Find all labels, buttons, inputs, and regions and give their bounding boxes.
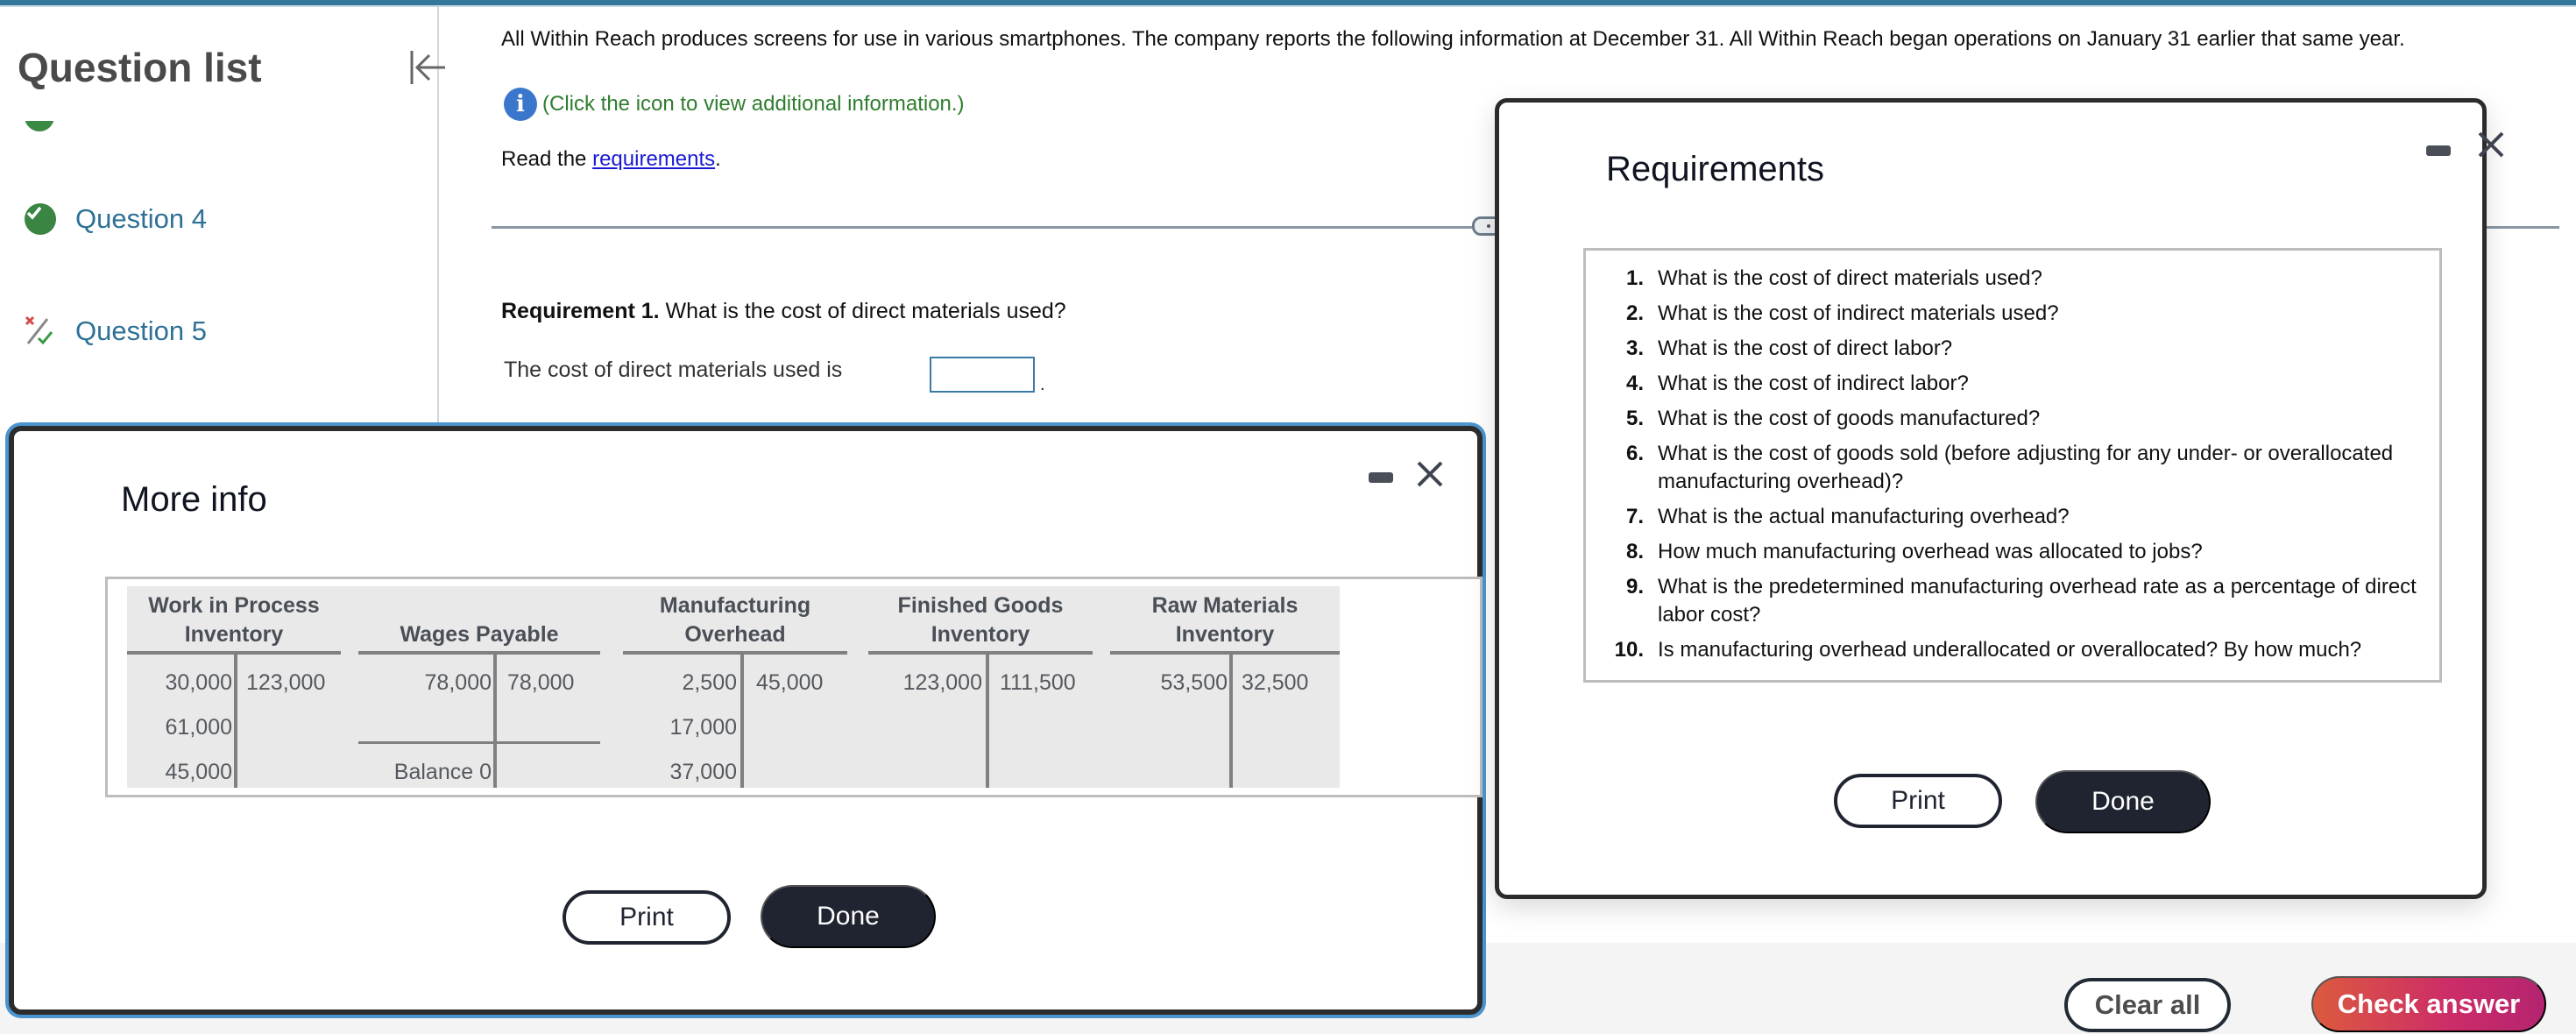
account-title: Raw Materials Inventory xyxy=(1151,593,1299,647)
requirement-item: 6. What is the cost of goods sold (before… xyxy=(1625,442,2394,493)
debit-entry: 45,000 xyxy=(165,760,232,784)
debit-entry: 37,000 xyxy=(669,760,737,784)
requirement-item: 5. What is the cost of goods manufactured… xyxy=(1625,407,2041,430)
check-answer-button[interactable]: Check answer xyxy=(2311,976,2546,1032)
requirement-text: What is the cost of direct materials use… xyxy=(659,299,1066,323)
requirements-list: 1. What is the cost of direct materials u… xyxy=(1603,265,2431,671)
debit-entry: 61,000 xyxy=(165,715,232,740)
requirement-item: 7. What is the actual manufacturing overh… xyxy=(1625,505,2070,528)
requirements-link[interactable]: requirements xyxy=(592,147,715,171)
read-suffix: . xyxy=(715,147,721,171)
dialog-title: Requirements xyxy=(1606,150,1825,188)
t-account-finished-goods: Finished Goods Inventory 123,000 111,500 xyxy=(868,586,1093,788)
t-account-work-in-process: Work in Process Inventory 30,000 61,000 4… xyxy=(127,586,341,788)
minimize-icon[interactable] xyxy=(2426,145,2451,156)
requirement-item: 10. Is manufacturing overhead underalloca… xyxy=(1614,638,2362,662)
info-icon[interactable]: i xyxy=(504,88,537,121)
requirements-box: 1. What is the cost of direct materials u… xyxy=(1583,248,2442,683)
check-circle-icon xyxy=(25,203,56,235)
credit-entry: 32,500 xyxy=(1242,670,1309,695)
t-account-manufacturing-overhead: Manufacturing Overhead 2,500 17,000 37,00… xyxy=(623,586,847,788)
close-icon xyxy=(2478,131,2504,158)
answer-suffix: . xyxy=(1040,375,1045,394)
requirement-item: 1. What is the cost of direct materials u… xyxy=(1625,266,2042,290)
sidebar-item-question-4[interactable]: Question 4 xyxy=(25,202,207,237)
answer-prompt: The cost of direct materials used is xyxy=(504,358,843,382)
t-accounts: Work in Process Inventory 30,000 61,000 4… xyxy=(127,586,1340,788)
debit-entry: 30,000 xyxy=(165,670,232,695)
question-intro: All Within Reach produces screens for us… xyxy=(501,27,2405,51)
debit-entry: 17,000 xyxy=(669,715,737,740)
balance-entry: Balance 0 xyxy=(393,760,492,784)
requirement-prompt: Requirement 1. What is the cost of direc… xyxy=(501,299,1066,324)
more-info-dialog: More info Work in Process Inventory 30,00… xyxy=(9,426,1483,1015)
sidebar-item-label: Question 4 xyxy=(75,203,207,234)
minimize-icon[interactable] xyxy=(1369,472,1393,483)
clear-all-button[interactable]: Clear all xyxy=(2064,978,2231,1032)
requirement-label: Requirement 1. xyxy=(501,299,660,323)
direct-materials-answer-input[interactable] xyxy=(930,357,1035,393)
sidebar-item-question-5[interactable]: Question 5 xyxy=(25,314,207,349)
read-prefix: Read the xyxy=(501,147,593,171)
print-button[interactable]: Print xyxy=(563,890,731,945)
requirement-item: 4. What is the cost of indirect labor? xyxy=(1625,372,1969,395)
credit-entry: 111,500 xyxy=(1000,670,1076,695)
account-title: Work in Process Inventory xyxy=(148,593,320,647)
requirement-item: 3. What is the cost of direct labor? xyxy=(1625,336,1953,360)
close-button[interactable] xyxy=(1416,460,1444,488)
print-button[interactable]: Print xyxy=(1834,774,2002,828)
close-icon xyxy=(1417,461,1443,487)
partial-status-icon xyxy=(25,121,54,131)
debit-entry: 2,500 xyxy=(682,670,737,695)
requirements-dialog: Requirements 1. What is the cost of direc… xyxy=(1495,98,2504,899)
debit-entry: 53,500 xyxy=(1160,670,1228,695)
account-title: Manufacturing Overhead xyxy=(659,593,811,647)
read-requirements: Read the requirements. xyxy=(501,147,721,172)
done-button[interactable]: Done xyxy=(2035,770,2211,833)
account-title: Wages Payable xyxy=(400,622,559,647)
requirement-item: 2. What is the cost of indirect materials… xyxy=(1625,301,2059,325)
requirement-item: 9. What is the predetermined manufacturin… xyxy=(1625,575,2417,627)
requirement-item: 8. How much manufacturing overhead was al… xyxy=(1625,540,2203,563)
credit-entry: 45,000 xyxy=(756,670,824,695)
done-button[interactable]: Done xyxy=(761,885,936,948)
debit-entry: 78,000 xyxy=(424,670,492,695)
debit-entry: 123,000 xyxy=(902,670,982,695)
t-account-wages-payable: Wages Payable 78,000 78,000 Balance 0 xyxy=(358,586,600,788)
sidebar-item-label: Question 5 xyxy=(75,315,207,346)
credit-entry: 78,000 xyxy=(507,670,575,695)
dialog-title: More info xyxy=(121,480,267,519)
partial-correct-icon xyxy=(25,315,56,347)
credit-entry: 123,000 xyxy=(246,670,326,695)
t-account-raw-materials: Raw Materials Inventory 53,500 32,500 xyxy=(1110,586,1340,788)
sidebar-title: Question list xyxy=(18,45,262,90)
info-link-text[interactable]: (Click the icon to view additional infor… xyxy=(542,92,965,117)
additional-info-link[interactable]: i (Click the icon to view additional inf… xyxy=(504,88,965,121)
t-accounts-table: Work in Process Inventory 30,000 61,000 4… xyxy=(105,577,1483,797)
close-button[interactable] xyxy=(2477,131,2505,159)
account-title: Finished Goods Inventory xyxy=(897,593,1064,647)
top-accent-bar xyxy=(0,0,2576,7)
